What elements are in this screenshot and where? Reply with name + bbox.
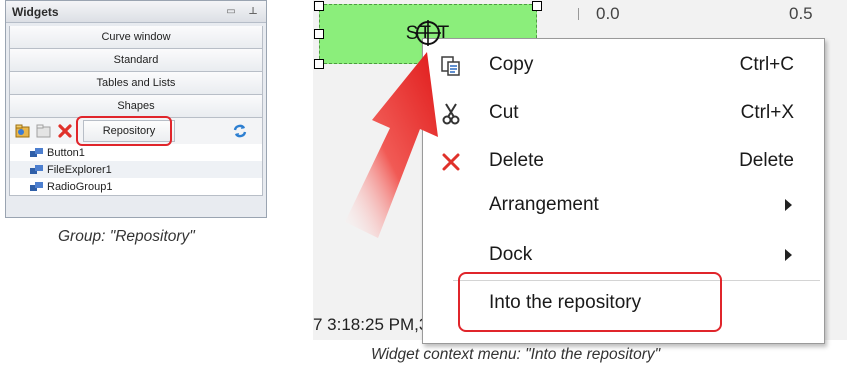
menu-item-shortcut: Ctrl+C xyxy=(739,54,794,75)
axis-tick xyxy=(578,8,579,20)
list-item-label: FileExplorer1 xyxy=(47,163,112,176)
open-folder-icon[interactable] xyxy=(35,122,53,140)
list-item-label: RadioGroup1 xyxy=(47,180,113,193)
pin-icon[interactable]: ⊥ xyxy=(246,6,260,17)
group-shapes[interactable]: Shapes xyxy=(9,95,263,118)
context-menu: Copy Ctrl+C Cut Ctrl+X Delete Delete Arr… xyxy=(422,38,825,344)
caption-right: Widget context menu: "Into the repositor… xyxy=(371,346,661,363)
group-tables-and-lists[interactable]: Tables and Lists xyxy=(9,72,263,95)
into-repository-highlight xyxy=(458,272,722,332)
menu-item-delete[interactable]: Delete Delete xyxy=(423,137,824,185)
menu-item-cut[interactable]: Cut Ctrl+X xyxy=(423,89,824,137)
menu-item-copy[interactable]: Copy Ctrl+C xyxy=(423,41,824,89)
caption-left: Group: "Repository" xyxy=(58,228,195,245)
selection-handle[interactable] xyxy=(314,29,324,39)
submenu-arrow-icon xyxy=(785,199,792,211)
widget-icon xyxy=(30,164,44,175)
menu-item-label: Copy xyxy=(489,54,534,75)
menu-item-arrangement[interactable]: Arrangement xyxy=(423,181,824,229)
refresh-icon[interactable] xyxy=(231,122,249,140)
selection-handle[interactable] xyxy=(314,59,324,69)
group-curve-window[interactable]: Curve window xyxy=(9,26,263,49)
menu-item-label: Cut xyxy=(489,102,519,123)
widget-icon xyxy=(30,181,44,192)
submenu-arrow-icon xyxy=(785,249,792,261)
repository-button[interactable]: Repository xyxy=(76,116,175,146)
menu-item-shortcut: Ctrl+X xyxy=(740,102,794,123)
cut-icon xyxy=(439,102,463,126)
delete-icon xyxy=(439,150,463,174)
selection-handle[interactable] xyxy=(314,1,324,11)
widgets-panel: Widgets ▭ ⊥ Curve window Standard Tables… xyxy=(5,0,267,218)
menu-item-shortcut: Delete xyxy=(739,150,794,171)
axis-label: 0.0 xyxy=(596,4,620,23)
group-standard[interactable]: Standard xyxy=(9,49,263,72)
list-item[interactable]: Button1 xyxy=(10,144,262,161)
list-item[interactable]: RadioGroup1 xyxy=(10,178,262,195)
add-folder-icon[interactable] xyxy=(14,122,32,140)
restore-icon[interactable]: ▭ xyxy=(224,6,238,17)
repository-toolbar: Repository xyxy=(9,116,263,146)
selection-handle[interactable] xyxy=(532,1,542,11)
repository-list: Button1 FileExplorer1 RadioGroup1 xyxy=(9,144,263,196)
widgets-panel-title: Widgets xyxy=(12,4,59,19)
repository-highlight xyxy=(76,116,172,146)
list-item-label: Button1 xyxy=(47,146,85,159)
axis-label: 0.5 xyxy=(789,4,813,23)
delete-icon[interactable] xyxy=(56,122,74,140)
status-text: 7 3:18:25 PM,3" xyxy=(313,315,435,334)
widget-icon xyxy=(30,147,44,158)
menu-item-label: Dock xyxy=(489,244,533,265)
copy-icon xyxy=(439,54,463,78)
menu-item-label: Delete xyxy=(489,150,544,171)
list-item[interactable]: FileExplorer1 xyxy=(10,161,262,178)
widgets-panel-header: Widgets ▭ ⊥ xyxy=(6,1,266,23)
menu-item-label: Arrangement xyxy=(489,194,599,215)
